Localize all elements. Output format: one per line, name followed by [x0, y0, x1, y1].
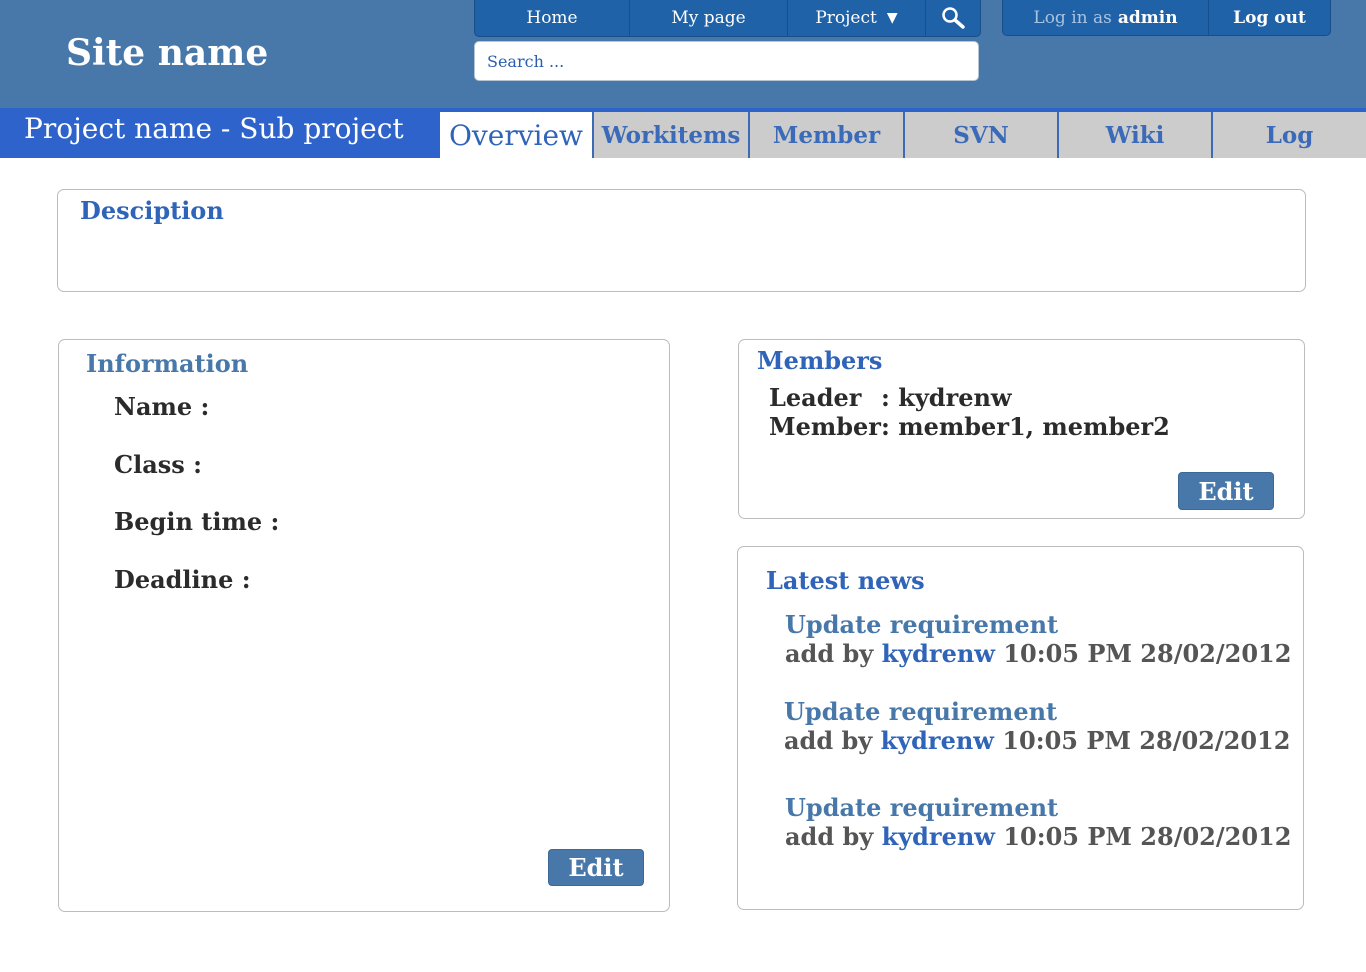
- news-item: Update requirement add by kydrenw 10:05 …: [784, 697, 1290, 755]
- project-title: Project name - Sub project: [24, 112, 404, 145]
- members-title: Members: [757, 346, 883, 375]
- tab-member[interactable]: Member: [750, 112, 905, 158]
- news-item-title[interactable]: Update requirement: [785, 793, 1291, 822]
- site-name[interactable]: Site name: [66, 32, 268, 74]
- news-item-author[interactable]: kydrenw: [882, 822, 995, 851]
- info-name-label: Name :: [114, 392, 210, 421]
- description-panel: Desciption: [57, 189, 1306, 292]
- members-panel: Members Leader : kydrenw Member: member1,…: [738, 339, 1305, 519]
- tab-wiki[interactable]: Wiki: [1059, 112, 1213, 158]
- member-value: : member1, member2: [881, 412, 1170, 441]
- logout-button[interactable]: Log out: [1209, 0, 1330, 35]
- news-item: Update requirement add by kydrenw 10:05 …: [785, 610, 1291, 668]
- auth-bar: Log in as admin Log out: [1002, 0, 1331, 36]
- news-item: Update requirement add by kydrenw 10:05 …: [785, 793, 1291, 851]
- news-item-author[interactable]: kydrenw: [882, 639, 995, 668]
- search-input[interactable]: [474, 41, 979, 81]
- news-item-time: 10:05 PM 28/02/2012: [1003, 639, 1292, 668]
- information-title: Information: [86, 349, 249, 378]
- news-item-title[interactable]: Update requirement: [784, 697, 1290, 726]
- information-panel: Information Name : Class : Begin time : …: [58, 339, 670, 912]
- nav-home-label: Home: [526, 8, 578, 28]
- info-begin-time-label: Begin time :: [114, 507, 280, 536]
- leader-label: Leader: [769, 383, 862, 412]
- nav-project-dropdown[interactable]: Project ▼: [788, 0, 926, 36]
- news-item-time: 10:05 PM 28/02/2012: [1002, 726, 1291, 755]
- members-edit-button[interactable]: Edit: [1178, 472, 1274, 510]
- nav-my-page[interactable]: My page: [630, 0, 788, 36]
- caret-down-icon: ▼: [886, 10, 898, 26]
- news-item-prefix: add by: [785, 822, 874, 851]
- news-title: Latest news: [766, 566, 925, 595]
- tab-workitems[interactable]: Workitems: [594, 112, 750, 158]
- main-nav: Home My page Project ▼: [474, 0, 981, 37]
- leader-row: Leader : kydrenw: [769, 383, 1012, 412]
- site-header: Site name Home My page Project ▼ Log in …: [0, 0, 1366, 108]
- info-class-label: Class :: [114, 450, 203, 479]
- tab-log[interactable]: Log: [1213, 112, 1366, 158]
- nav-project-label: Project: [815, 8, 877, 28]
- news-item-author[interactable]: kydrenw: [881, 726, 994, 755]
- project-tabs: Overview Workitems Member SVN Wiki Log: [440, 112, 1366, 158]
- news-item-meta: add by kydrenw 10:05 PM 28/02/2012: [785, 639, 1291, 668]
- news-item-meta: add by kydrenw 10:05 PM 28/02/2012: [784, 726, 1290, 755]
- news-item-prefix: add by: [785, 639, 874, 668]
- member-row: Member: member1, member2: [769, 412, 1170, 441]
- description-title: Desciption: [80, 196, 224, 225]
- login-status[interactable]: Log in as admin: [1003, 0, 1209, 35]
- member-label: Member: [769, 412, 881, 441]
- login-username: admin: [1117, 7, 1178, 28]
- information-edit-button[interactable]: Edit: [548, 849, 644, 886]
- nav-my-page-label: My page: [671, 8, 746, 28]
- tab-svn[interactable]: SVN: [905, 112, 1059, 158]
- nav-home[interactable]: Home: [475, 0, 630, 36]
- search-icon: [942, 7, 965, 29]
- news-panel: Latest news Update requirement add by ky…: [737, 546, 1304, 910]
- info-deadline-label: Deadline :: [114, 565, 251, 594]
- news-item-title[interactable]: Update requirement: [785, 610, 1291, 639]
- tab-overview[interactable]: Overview: [440, 112, 594, 158]
- leader-value: : kydrenw: [881, 383, 1012, 412]
- news-item-prefix: add by: [784, 726, 873, 755]
- search-button[interactable]: [926, 0, 980, 36]
- news-item-time: 10:05 PM 28/02/2012: [1003, 822, 1292, 851]
- news-item-meta: add by kydrenw 10:05 PM 28/02/2012: [785, 822, 1291, 851]
- login-prefix: Log in as: [1033, 7, 1112, 28]
